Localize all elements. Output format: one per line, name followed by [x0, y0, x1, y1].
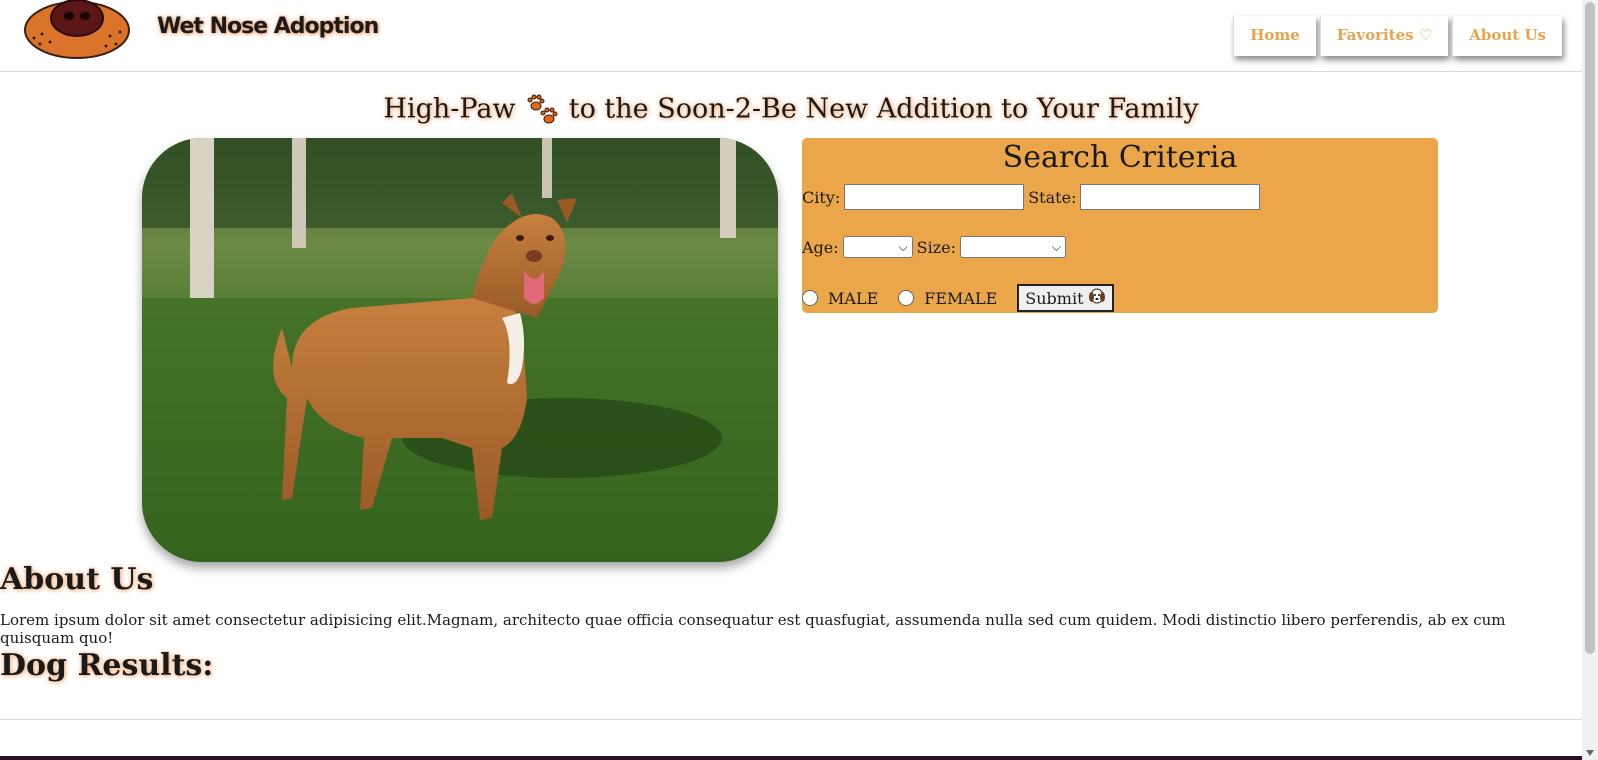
female-radio[interactable]	[898, 290, 915, 306]
brand-name: Wet Nose Adoption	[157, 14, 379, 39]
dog-face-icon	[1088, 287, 1106, 309]
age-size-row: Age: ⌵ Size: ⌵	[802, 236, 1070, 258]
search-criteria-title: Search Criteria	[1002, 140, 1238, 175]
male-radio[interactable]	[802, 290, 818, 306]
brown-pitbull-on-grass-photo	[142, 138, 778, 562]
site-header: Wet Nose Adoption Home Favorites ♡ About…	[0, 0, 1582, 72]
chevron-down-icon: ⌵	[898, 239, 908, 254]
size-label: Size:	[916, 237, 957, 257]
age-label: Age:	[802, 237, 839, 257]
nav-favorites-button[interactable]: Favorites ♡	[1319, 16, 1449, 56]
footer-strip	[0, 756, 1582, 760]
page-scrollbar[interactable]	[1582, 0, 1598, 760]
submit-label: Submit	[1025, 288, 1084, 308]
size-select[interactable]: ⌵	[960, 236, 1067, 258]
hero-title-after: to the Soon-2-Be New Addition to Your Fa…	[568, 93, 1199, 125]
age-select[interactable]: ⌵	[842, 236, 913, 258]
state-label: State:	[1028, 187, 1077, 207]
gender-row: MALE FEMALE Submit	[802, 284, 1114, 312]
chevron-down-icon: ⌵	[1051, 239, 1062, 254]
section-divider	[0, 719, 1582, 720]
paw-prints-icon	[524, 92, 560, 128]
scrollbar-thumb[interactable]	[1585, 2, 1595, 654]
state-input[interactable]	[1080, 184, 1261, 210]
dog-nose-logo-icon[interactable]	[22, 0, 132, 59]
nav-about-us-button[interactable]: About Us	[1452, 16, 1562, 56]
submit-button[interactable]: Submit	[1017, 284, 1114, 312]
dog-results-heading: Dog Results:	[0, 648, 214, 683]
nav-home-button[interactable]: Home	[1233, 16, 1316, 56]
about-us-text: Lorem ipsum dolor sit amet consectetur a…	[0, 611, 1506, 647]
hero-title: High-Paw to the Soon-2-Be New Addition t…	[0, 92, 1582, 128]
search-criteria-panel: Search Criteria City: State: Age: ⌵ Size…	[802, 138, 1438, 313]
main-nav: Home Favorites ♡ About Us	[1233, 16, 1562, 56]
location-row: City: State:	[802, 184, 1264, 210]
about-us-heading: About Us	[0, 562, 154, 597]
female-label: FEMALE	[924, 288, 998, 308]
city-label: City:	[802, 187, 841, 207]
city-input[interactable]	[844, 184, 1025, 210]
male-label: MALE	[828, 288, 879, 308]
hero-title-before: High-Paw	[383, 93, 516, 125]
scroll-down-arrow-icon[interactable]	[1586, 750, 1594, 756]
